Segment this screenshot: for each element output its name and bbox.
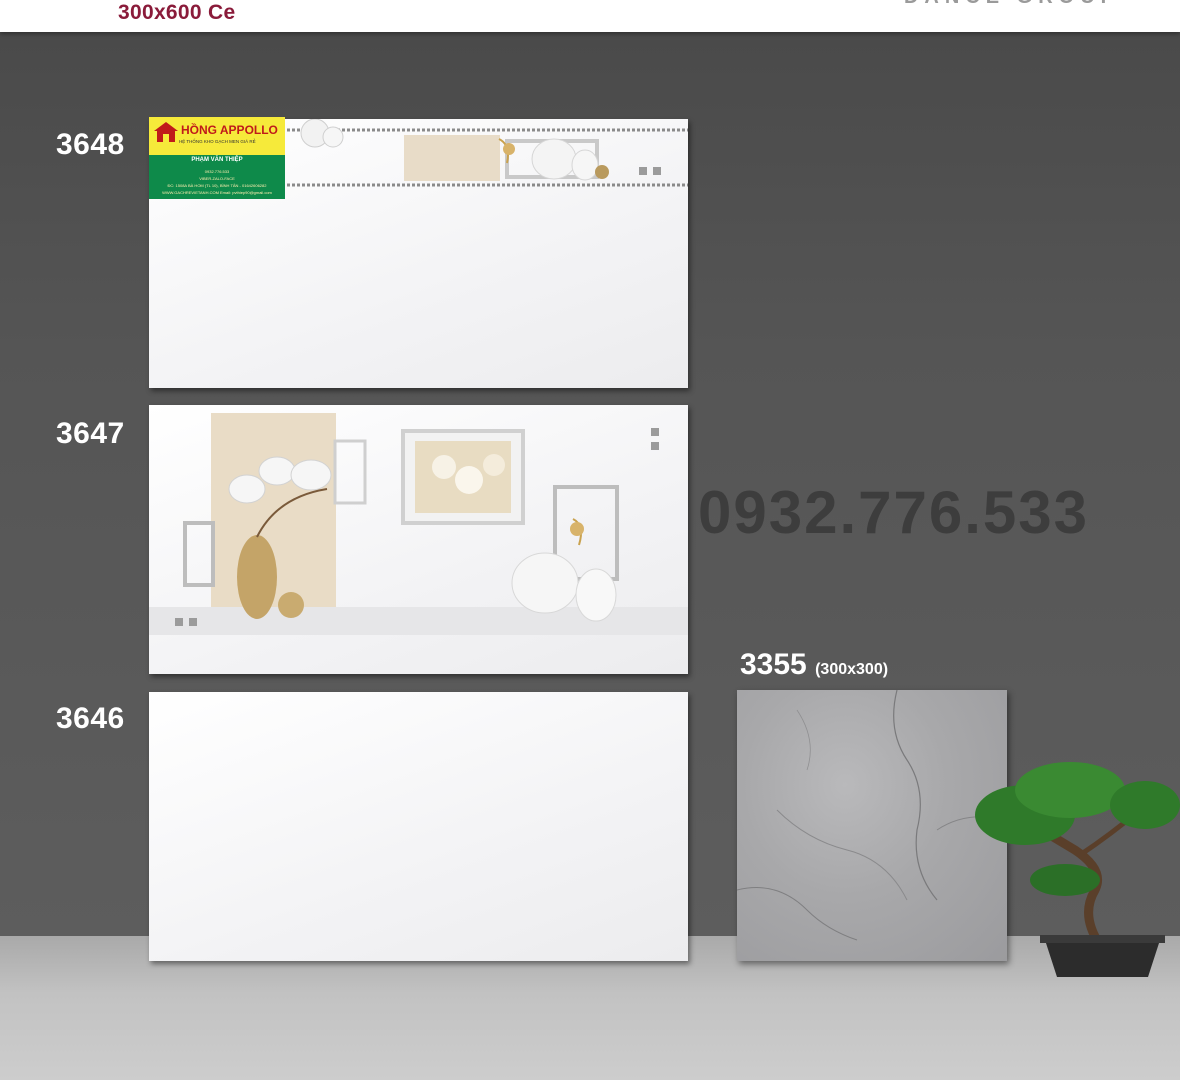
brand-text: DANCE GROUP	[904, 0, 1120, 9]
company-logo-card: HỒNG APPOLLO HỆ THỐNG KHO GẠCH MEN GIÁ R…	[149, 117, 285, 199]
house-icon	[154, 122, 178, 142]
floor-tile-code: 3355 (300x300)	[740, 648, 888, 682]
tile-code-3646: 3646	[56, 702, 125, 735]
logo-contact: VIBER-ZALO-FACE	[199, 176, 235, 181]
logo-tagline: HỆ THỐNG KHO GẠCH MEN GIÁ RẺ	[179, 139, 256, 144]
logo-person: PHẠM VĂN THIỆP	[191, 157, 243, 163]
bonsai-plant-icon	[975, 762, 1180, 977]
logo-address: ĐC: 1508A BÀ HOM (TL 10), BÌNH TÂN - 016…	[167, 183, 267, 188]
page-title: 300x600 Ce	[118, 1, 236, 24]
logo-top-band: HỒNG APPOLLO HỆ THỐNG KHO GẠCH MEN GIÁ R…	[149, 117, 285, 155]
logo-name: HỒNG APPOLLO	[181, 123, 278, 137]
tile-3646	[149, 692, 688, 961]
floor-tile-size: (300x300)	[815, 661, 889, 678]
tile-code-3647: 3647	[56, 417, 125, 450]
tile-code-3648: 3648	[56, 128, 125, 161]
header-bar: 300x600 Ce DANCE GROUP	[0, 0, 1180, 32]
phone-watermark: 0932.776.533	[698, 479, 1090, 546]
logo-web: WWW.GACHREVIETANH.COM Email: pvthiep90@g…	[162, 190, 272, 195]
floor-tile-code-number: 3355	[740, 648, 807, 681]
tile-3647	[149, 405, 688, 674]
tile-3647-decor	[149, 413, 688, 635]
logo-phone: 0932.776.533	[204, 169, 230, 174]
